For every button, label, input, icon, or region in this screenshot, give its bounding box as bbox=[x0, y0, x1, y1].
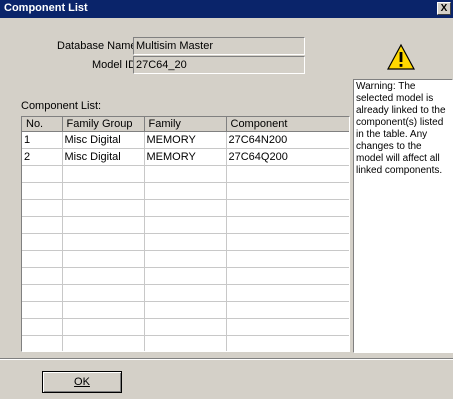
component-grid: No. Family Group Family Component 1 Misc … bbox=[22, 117, 349, 351]
table-row[interactable] bbox=[22, 216, 349, 234]
table-cell[interactable]: MEMORY bbox=[144, 148, 227, 166]
table-cell[interactable] bbox=[22, 335, 63, 351]
table-cell[interactable] bbox=[62, 233, 145, 251]
table-cell[interactable]: MEMORY bbox=[144, 131, 227, 149]
column-header-no[interactable]: No. bbox=[22, 117, 63, 132]
database-name-field[interactable]: Multisim Master bbox=[133, 37, 305, 55]
table-row[interactable] bbox=[22, 165, 349, 183]
ok-button-label: OK bbox=[74, 376, 90, 388]
table-cell[interactable] bbox=[22, 318, 63, 336]
table-cell[interactable] bbox=[226, 199, 349, 217]
table-cell[interactable]: 2 bbox=[22, 148, 63, 166]
title-bar: Component List X bbox=[0, 0, 453, 18]
table-cell[interactable] bbox=[226, 250, 349, 268]
table-row[interactable] bbox=[22, 301, 349, 319]
table-cell[interactable] bbox=[144, 301, 227, 319]
table-cell[interactable] bbox=[144, 250, 227, 268]
table-cell[interactable] bbox=[226, 216, 349, 234]
table-cell[interactable] bbox=[22, 216, 63, 234]
table-row[interactable] bbox=[22, 318, 349, 336]
table-cell[interactable] bbox=[226, 267, 349, 285]
column-header-family[interactable]: Family bbox=[144, 117, 227, 132]
window-title: Component List bbox=[4, 2, 88, 14]
table-cell[interactable] bbox=[22, 182, 63, 200]
table-cell[interactable] bbox=[226, 233, 349, 251]
table-cell[interactable] bbox=[22, 301, 63, 319]
component-list-dialog: Component List X Database Name Multisim … bbox=[0, 0, 453, 399]
table-row[interactable]: 2 Misc Digital MEMORY 27C64Q200 bbox=[22, 148, 349, 166]
model-id-label: Model ID bbox=[92, 59, 137, 71]
database-name-label: Database Name bbox=[57, 40, 137, 52]
table-cell[interactable] bbox=[226, 182, 349, 200]
table-cell[interactable] bbox=[226, 284, 349, 302]
table-cell[interactable] bbox=[144, 165, 227, 183]
table-cell[interactable] bbox=[144, 216, 227, 234]
table-cell[interactable] bbox=[144, 233, 227, 251]
table-row[interactable] bbox=[22, 182, 349, 200]
table-cell[interactable] bbox=[144, 199, 227, 217]
table-cell[interactable] bbox=[22, 267, 63, 285]
table-row[interactable] bbox=[22, 284, 349, 302]
close-button[interactable]: X bbox=[437, 2, 451, 15]
table-cell[interactable] bbox=[226, 335, 349, 351]
table-cell[interactable]: 27C64Q200 bbox=[226, 148, 349, 166]
table-cell[interactable]: Misc Digital bbox=[62, 148, 145, 166]
table-cell[interactable] bbox=[144, 335, 227, 351]
warning-triangle-icon bbox=[386, 43, 416, 70]
table-row[interactable]: 1 Misc Digital MEMORY 27C64N200 bbox=[22, 131, 349, 149]
table-cell[interactable] bbox=[62, 216, 145, 234]
table-cell[interactable]: Misc Digital bbox=[62, 131, 145, 149]
table-cell[interactable] bbox=[226, 318, 349, 336]
model-id-field[interactable]: 27C64_20 bbox=[133, 56, 305, 74]
table-cell[interactable] bbox=[62, 267, 145, 285]
table-cell[interactable] bbox=[144, 318, 227, 336]
table-cell[interactable] bbox=[62, 250, 145, 268]
table-cell[interactable] bbox=[22, 250, 63, 268]
table-cell[interactable] bbox=[62, 165, 145, 183]
table-cell[interactable]: 27C64N200 bbox=[226, 131, 349, 149]
component-list-label: Component List: bbox=[21, 100, 102, 112]
table-cell[interactable] bbox=[226, 165, 349, 183]
table-cell[interactable] bbox=[62, 335, 145, 351]
table-cell[interactable] bbox=[62, 301, 145, 319]
table-cell[interactable] bbox=[144, 284, 227, 302]
table-cell[interactable] bbox=[62, 318, 145, 336]
table-cell[interactable] bbox=[144, 267, 227, 285]
table-row[interactable] bbox=[22, 335, 349, 351]
table-header-row: No. Family Group Family Component bbox=[22, 117, 349, 132]
table-cell[interactable] bbox=[62, 284, 145, 302]
ok-button[interactable]: OK bbox=[42, 371, 122, 393]
table-cell[interactable] bbox=[62, 182, 145, 200]
component-table: No. Family Group Family Component 1 Misc … bbox=[21, 116, 350, 352]
warning-message: Warning: The selected model is already l… bbox=[353, 79, 453, 353]
table-row[interactable] bbox=[22, 267, 349, 285]
table-cell[interactable] bbox=[22, 284, 63, 302]
table-cell[interactable] bbox=[62, 199, 145, 217]
table-cell[interactable] bbox=[22, 165, 63, 183]
table-cell[interactable]: 1 bbox=[22, 131, 63, 149]
column-header-component[interactable]: Component bbox=[226, 117, 349, 132]
table-row[interactable] bbox=[22, 233, 349, 251]
column-header-family-group[interactable]: Family Group bbox=[62, 117, 145, 132]
table-cell[interactable] bbox=[226, 301, 349, 319]
footer-separator bbox=[0, 358, 453, 360]
table-cell[interactable] bbox=[22, 233, 63, 251]
table-row[interactable] bbox=[22, 250, 349, 268]
table-row[interactable] bbox=[22, 199, 349, 217]
table-cell[interactable] bbox=[144, 182, 227, 200]
table-cell[interactable] bbox=[22, 199, 63, 217]
